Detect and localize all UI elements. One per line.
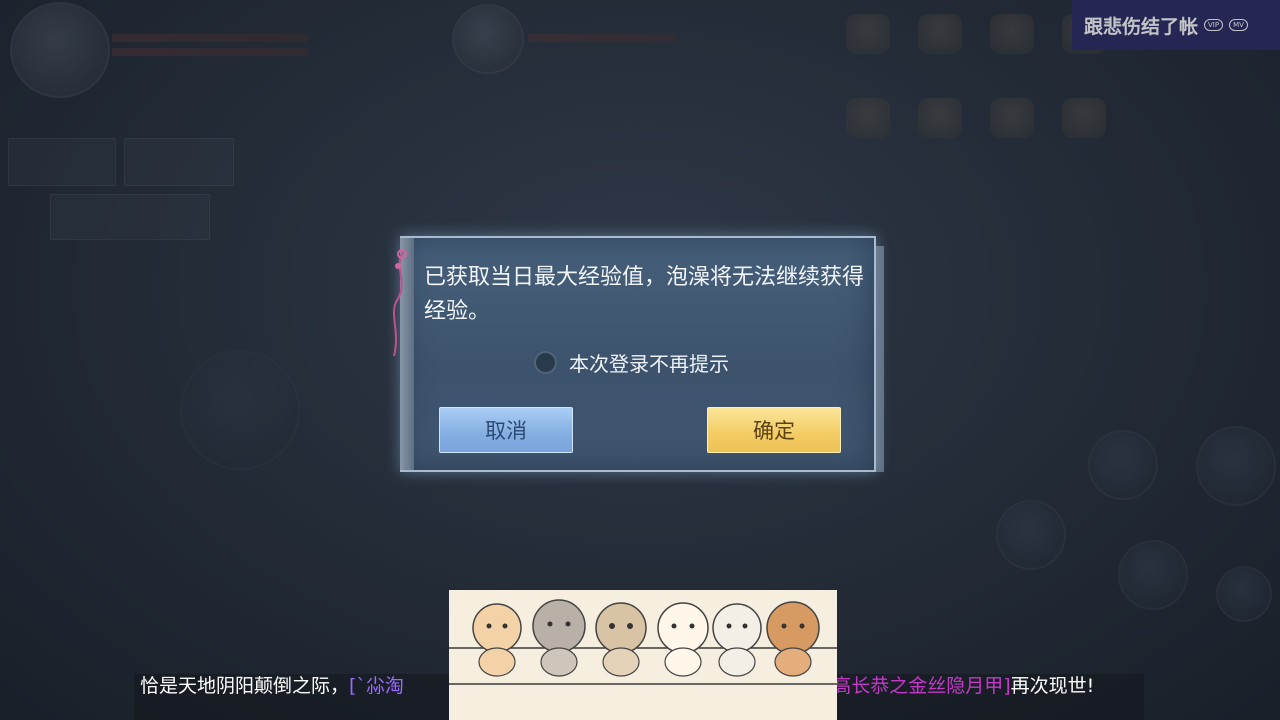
dont-remind-radio[interactable] [534, 350, 557, 374]
ribbon-decoration-icon [393, 249, 407, 357]
confirm-button[interactable]: 确定 [707, 407, 841, 453]
dont-remind-label: 本次登录不再提示 [569, 351, 729, 376]
chat-text-3: 再次现世! [1010, 675, 1095, 697]
cats-sticker-image [449, 590, 837, 720]
chat-text-1: 恰是天地阴阳颠倒之际， [140, 675, 350, 697]
dialog-message: 已获取当日最大经验值，泡澡将无法继续获得经验。 [424, 265, 865, 324]
cancel-button[interactable]: 取消 [439, 407, 573, 453]
chat-player-name[interactable]: [`尛淘 [349, 675, 404, 697]
dont-remind-option[interactable]: 本次登录不再提示 [534, 346, 729, 378]
